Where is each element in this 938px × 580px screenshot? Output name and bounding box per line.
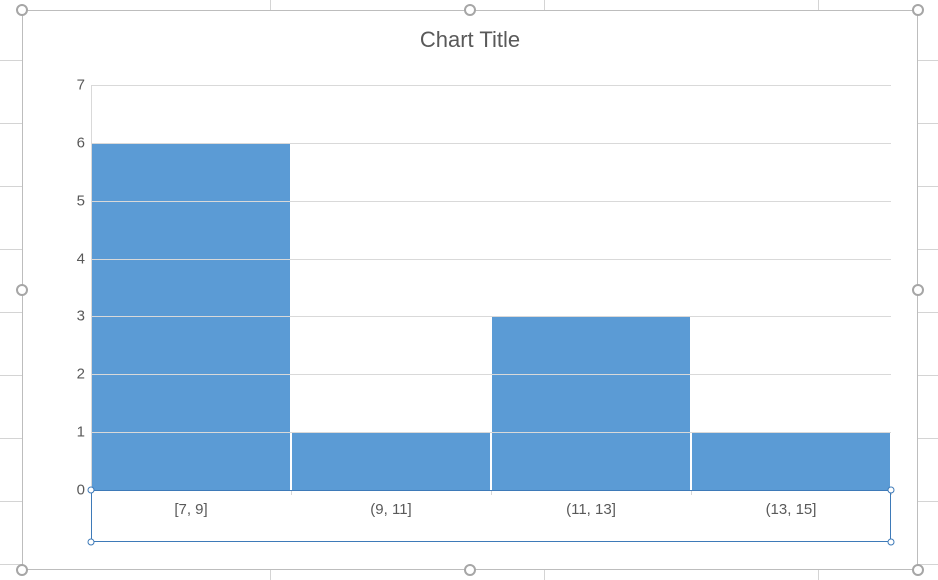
gridline [91, 201, 891, 202]
data-range-handle[interactable] [888, 487, 895, 494]
gridline [91, 316, 891, 317]
y-tick-label: 0 [53, 482, 85, 499]
y-tick-label: 7 [53, 77, 85, 94]
selection-handle[interactable] [912, 564, 924, 576]
data-range-handle[interactable] [888, 539, 895, 546]
y-tick-label: 4 [53, 250, 85, 267]
selection-handle[interactable] [16, 564, 28, 576]
selection-handle[interactable] [912, 4, 924, 16]
selection-handle[interactable] [16, 4, 28, 16]
x-axis-labels: [7, 9] (9, 11] (11, 13] (13, 15] [91, 497, 891, 525]
gridline [91, 85, 891, 86]
x-tick [691, 490, 692, 495]
gridline [91, 143, 891, 144]
y-tick-label: 1 [53, 424, 85, 441]
selection-handle[interactable] [464, 4, 476, 16]
gridline [91, 432, 891, 433]
data-range-handle[interactable] [88, 539, 95, 546]
selection-handle[interactable] [464, 564, 476, 576]
x-tick-label: (9, 11] [370, 501, 411, 518]
bar[interactable] [692, 432, 890, 490]
x-tick-label: (13, 15] [766, 501, 817, 518]
y-tick-label: 3 [53, 308, 85, 325]
x-tick-label: [7, 9] [174, 501, 207, 518]
y-axis-labels: 01234567 [53, 85, 85, 490]
chart-object[interactable]: Chart Title 0 1 2 3 4 5 6 7 [7, 9] (9, 11] (11, 1… [22, 10, 918, 570]
y-tick-label: 5 [53, 192, 85, 209]
bar[interactable] [492, 316, 690, 490]
bars-group [91, 85, 891, 490]
selection-handle[interactable] [16, 284, 28, 296]
x-tick [291, 490, 292, 495]
gridline [91, 374, 891, 375]
plot-area[interactable] [91, 85, 891, 490]
chart-title[interactable]: Chart Title [23, 27, 917, 53]
gridline [91, 259, 891, 260]
data-range-handle[interactable] [88, 487, 95, 494]
y-tick-label: 2 [53, 366, 85, 383]
x-tick [491, 490, 492, 495]
bar[interactable] [292, 432, 490, 490]
y-tick-label: 6 [53, 134, 85, 151]
selection-handle[interactable] [912, 284, 924, 296]
y-axis-line [91, 85, 92, 490]
x-tick-label: (11, 13] [566, 501, 616, 518]
